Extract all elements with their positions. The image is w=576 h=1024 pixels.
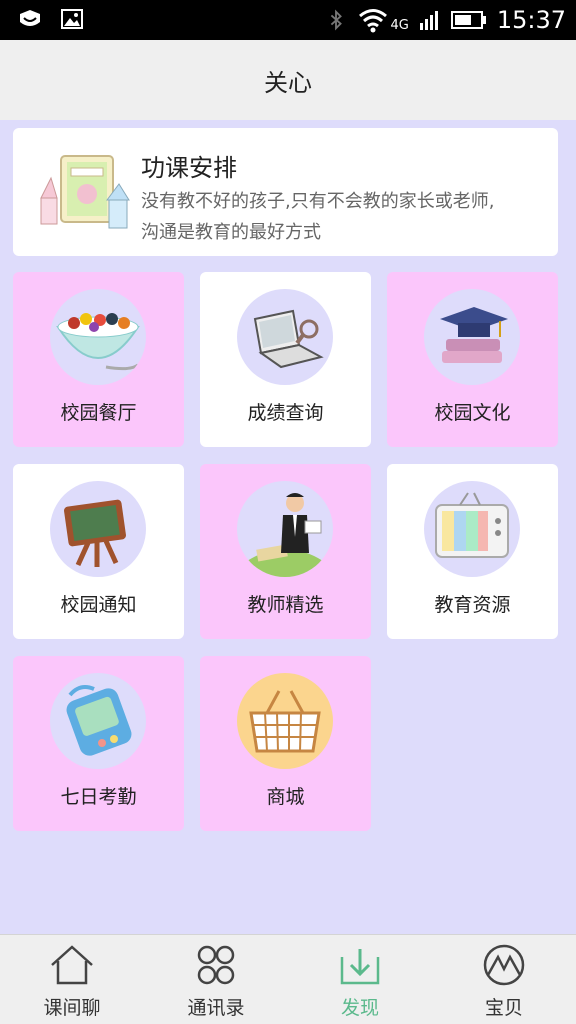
teacher-icon	[247, 493, 323, 577]
cereal-bowl-icon	[56, 313, 140, 371]
tab-label: 发现	[340, 997, 379, 1019]
tv-icon	[435, 492, 509, 558]
tile-label: 校园餐厅	[60, 402, 137, 424]
network-type: 4G	[390, 17, 409, 33]
battery-icon	[450, 11, 486, 29]
tile-label: 教师精选	[247, 594, 324, 616]
mountain-circle-icon	[483, 944, 525, 986]
tile-campus-culture[interactable]: 校园文化	[387, 272, 558, 447]
clock: 15:37	[496, 6, 566, 34]
tab-baby[interactable]: 宝贝	[432, 935, 576, 1024]
tab-contacts[interactable]: 通讯录	[144, 935, 288, 1024]
shopping-basket-icon	[249, 690, 321, 753]
tile-label: 教育资源	[434, 594, 511, 616]
tile-label: 商城	[266, 786, 305, 808]
tab-chat[interactable]: 课间聊	[0, 935, 144, 1024]
tile-school-canteen[interactable]: 校园餐厅	[13, 272, 184, 447]
book-illustration-icon	[40, 155, 130, 229]
tile-mall[interactable]: 商城	[200, 656, 371, 831]
tab-label: 课间聊	[43, 997, 101, 1019]
handheld-device-icon	[66, 685, 132, 756]
tile-featured-teachers[interactable]: 教师精选	[200, 464, 371, 639]
tile-grade-query[interactable]: 成绩查询	[200, 272, 371, 447]
status-bar: 4G 15:37	[0, 0, 576, 40]
card-description-line1: 没有教不好的孩子,只有不会教的家长或老师,	[141, 191, 495, 212]
graduation-cap-books-icon	[440, 307, 508, 363]
wifi-icon	[359, 9, 388, 33]
app-notification-icon	[20, 10, 40, 26]
bottom-tab-bar: 课间聊 通讯录 发现 宝贝	[0, 934, 576, 1024]
page-title: 关心	[264, 68, 312, 97]
download-tray-icon	[340, 949, 380, 985]
tile-label: 校园通知	[60, 594, 137, 616]
four-circles-icon	[197, 945, 235, 985]
card-description: 没有教不好的孩子,只有不会教的家长或老师, 沟通是教育的最好方式	[141, 186, 541, 248]
tile-school-notice[interactable]: 校园通知	[13, 464, 184, 639]
house-icon	[51, 945, 93, 985]
card-description-line2: 沟通是教育的最好方式	[141, 222, 321, 243]
tile-label: 七日考勤	[60, 786, 137, 808]
signal-icon	[419, 11, 438, 30]
image-notification-icon	[61, 9, 83, 29]
tile-label: 校园文化	[434, 402, 511, 424]
tab-discover[interactable]: 发现	[288, 935, 432, 1024]
tile-education-resources[interactable]: 教育资源	[387, 464, 558, 639]
card-title: 功课安排	[141, 154, 237, 182]
bluetooth-icon	[331, 9, 343, 31]
title-bar: 关心	[0, 40, 576, 120]
tab-label: 宝贝	[484, 997, 523, 1019]
tile-label: 成绩查询	[247, 402, 324, 424]
tab-label: 通讯录	[187, 997, 245, 1019]
laptop-magnifier-icon	[253, 309, 324, 369]
chalkboard-icon	[64, 499, 126, 567]
homework-schedule-card[interactable]: 功课安排 没有教不好的孩子,只有不会教的家长或老师, 沟通是教育的最好方式	[13, 128, 558, 256]
tile-seven-day-attendance[interactable]: 七日考勤	[13, 656, 184, 831]
